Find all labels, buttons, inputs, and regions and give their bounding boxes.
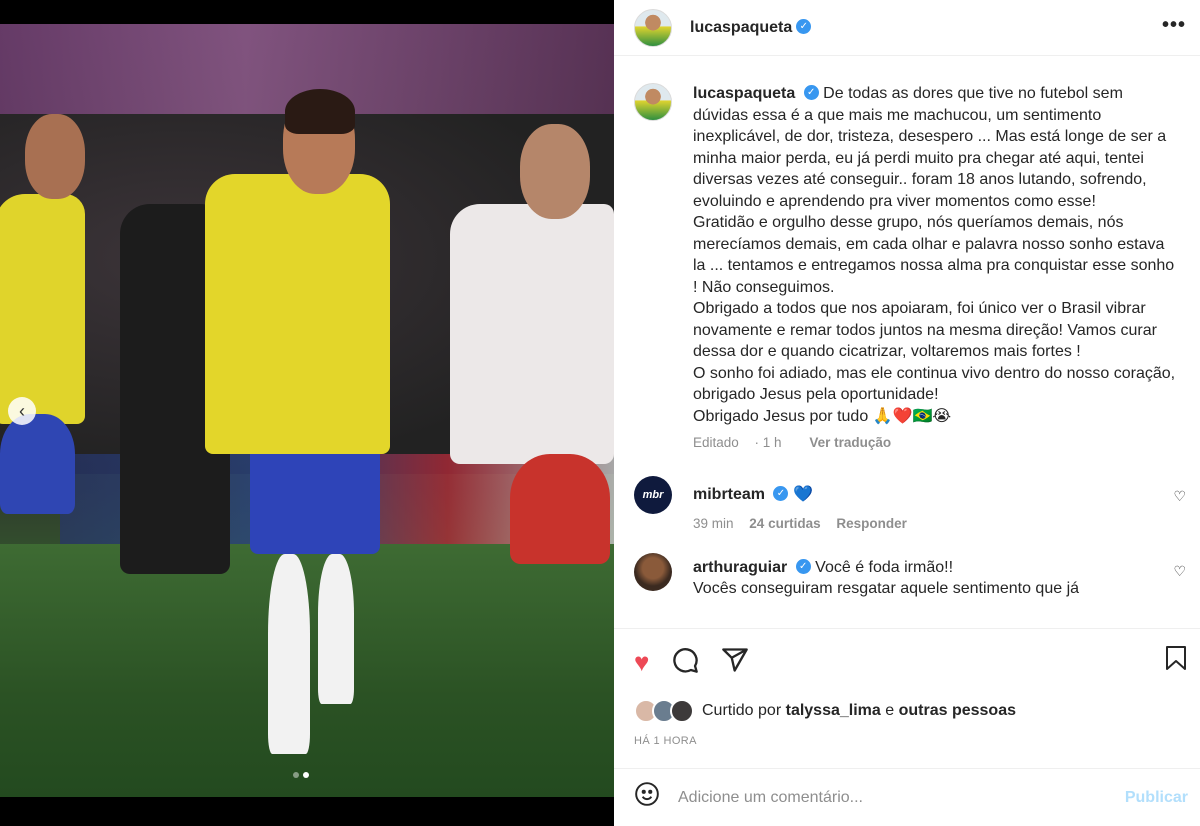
post-media: ‹ bbox=[0, 0, 614, 826]
photo-figure bbox=[0, 194, 85, 424]
caption-paragraph: Obrigado Jesus por tudo 🙏❤️🇧🇷😭 bbox=[693, 407, 952, 425]
comment-body: arthuraguiar ✓ Você é foda irmão!! Vocês… bbox=[693, 553, 1153, 600]
post-actions: ♥ Curtido por talyssa_lima e outras pess… bbox=[614, 628, 1200, 768]
comment-heart-icon[interactable]: ♡ bbox=[1173, 563, 1186, 580]
publish-button[interactable]: Publicar bbox=[1125, 789, 1188, 807]
comment-avatar[interactable] bbox=[634, 552, 672, 591]
author-avatar[interactable] bbox=[634, 8, 672, 47]
caption-avatar[interactable] bbox=[634, 83, 672, 121]
photo-figure bbox=[520, 124, 590, 219]
comment-content: Vocês conseguiram resgatar aquele sentim… bbox=[693, 580, 1080, 597]
share-send-icon[interactable] bbox=[721, 646, 749, 678]
verified-badge-icon: ✓ bbox=[796, 19, 812, 34]
photo-figure bbox=[285, 89, 355, 134]
comment-username[interactable]: arthuraguiar bbox=[693, 559, 787, 576]
comment-text: arthuraguiar ✓ Você é foda irmão!! Vocês… bbox=[693, 553, 1153, 600]
add-comment-bar: Publicar bbox=[614, 768, 1200, 826]
post-photo[interactable] bbox=[0, 24, 614, 797]
photo-figure bbox=[205, 174, 390, 454]
comment-meta: 39 min 24 curtidas Responder bbox=[693, 516, 1153, 531]
like-heart-icon[interactable]: ♥ bbox=[634, 649, 649, 675]
edited-label: Editado · 1 h bbox=[693, 435, 782, 450]
reply-button[interactable]: Responder bbox=[836, 516, 907, 531]
photo-figure bbox=[250, 444, 380, 554]
comment-heart-icon[interactable]: ♡ bbox=[1173, 488, 1186, 505]
author-username[interactable]: lucaspaqueta bbox=[690, 19, 792, 37]
emoji-icon[interactable] bbox=[634, 781, 660, 814]
caption-body: lucaspaqueta ✓ De todas as dores que tiv… bbox=[693, 83, 1178, 450]
caption-text: lucaspaqueta ✓ De todas as dores que tiv… bbox=[693, 83, 1178, 427]
caption: lucaspaqueta ✓ De todas as dores que tiv… bbox=[614, 57, 1200, 450]
comment-item: arthuraguiar ✓ Você é foda irmão!! Vocês… bbox=[614, 552, 1200, 600]
liked-by-prefix: Curtido por bbox=[702, 702, 782, 719]
bookmark-icon[interactable] bbox=[1164, 645, 1188, 678]
comment-content: Você é foda irmão!! bbox=[815, 558, 954, 576]
chevron-left-icon: ‹ bbox=[19, 400, 25, 421]
comment-content: 💙 bbox=[792, 486, 813, 503]
post-header: lucaspaqueta ✓ ••• bbox=[614, 0, 1200, 56]
comment-body: mibrteam ✓ 💙 39 min 24 curtidas Responde… bbox=[693, 476, 1153, 531]
carousel-dots bbox=[293, 772, 309, 778]
comment-likes[interactable]: 24 curtidas bbox=[749, 516, 820, 531]
caption-username[interactable]: lucaspaqueta bbox=[693, 85, 795, 102]
liked-by-user[interactable]: talyssa_lima bbox=[786, 702, 881, 720]
comment-avatar[interactable]: mbr bbox=[634, 476, 672, 514]
comment-input[interactable] bbox=[678, 788, 1125, 807]
see-translation-link[interactable]: Ver tradução bbox=[809, 435, 891, 450]
comment-bubble-icon[interactable] bbox=[671, 646, 699, 678]
carousel-dot-active[interactable] bbox=[303, 772, 309, 778]
photo-figure bbox=[318, 554, 354, 704]
liked-by: Curtido por talyssa_lima e outras pessoa… bbox=[614, 679, 1200, 723]
liked-by-avatars[interactable] bbox=[634, 699, 694, 723]
photo-figure bbox=[0, 414, 75, 514]
liked-by-others[interactable]: outras pessoas bbox=[899, 702, 1016, 720]
post-timestamp[interactable]: HÁ 1 HORA bbox=[614, 723, 1200, 747]
more-options-icon[interactable]: ••• bbox=[1162, 14, 1186, 37]
comment-text: mibrteam ✓ 💙 bbox=[693, 476, 1153, 506]
comment-time[interactable]: 39 min bbox=[693, 516, 734, 531]
photo-figure bbox=[450, 204, 614, 464]
post-panel: lucaspaqueta ✓ ••• lucaspaqueta ✓ De tod… bbox=[614, 0, 1200, 826]
liked-by-and: e bbox=[885, 702, 895, 719]
verified-badge-icon: ✓ bbox=[795, 558, 811, 574]
photo-figure bbox=[25, 114, 85, 199]
photo-figure bbox=[268, 554, 310, 754]
caption-paragraph: O sonho foi adiado, mas ele continua viv… bbox=[693, 364, 1176, 404]
caption-paragraph: Gratidão e orgulho desse grupo, nós quer… bbox=[693, 214, 1175, 296]
caption-meta: Editado · 1 h Ver tradução bbox=[693, 435, 1178, 450]
caption-paragraph: De todas as dores que tive no futebol se… bbox=[693, 85, 1167, 210]
caption-paragraph: Obrigado a todos que nos apoiaram, foi ú… bbox=[693, 300, 1157, 360]
carousel-dot[interactable] bbox=[293, 772, 299, 778]
avatar bbox=[670, 699, 694, 723]
comment-item: mbr mibrteam ✓ 💙 39 min 24 curtidas Resp… bbox=[614, 476, 1200, 531]
action-bar: ♥ bbox=[614, 629, 1200, 679]
comment-username[interactable]: mibrteam bbox=[693, 486, 765, 503]
comments-section[interactable]: lucaspaqueta ✓ De todas as dores que tiv… bbox=[614, 57, 1200, 628]
photo-figure bbox=[510, 454, 610, 564]
carousel-prev-button[interactable]: ‹ bbox=[8, 397, 36, 425]
verified-badge-icon: ✓ bbox=[773, 486, 789, 502]
verified-badge-icon: ✓ bbox=[803, 85, 819, 101]
